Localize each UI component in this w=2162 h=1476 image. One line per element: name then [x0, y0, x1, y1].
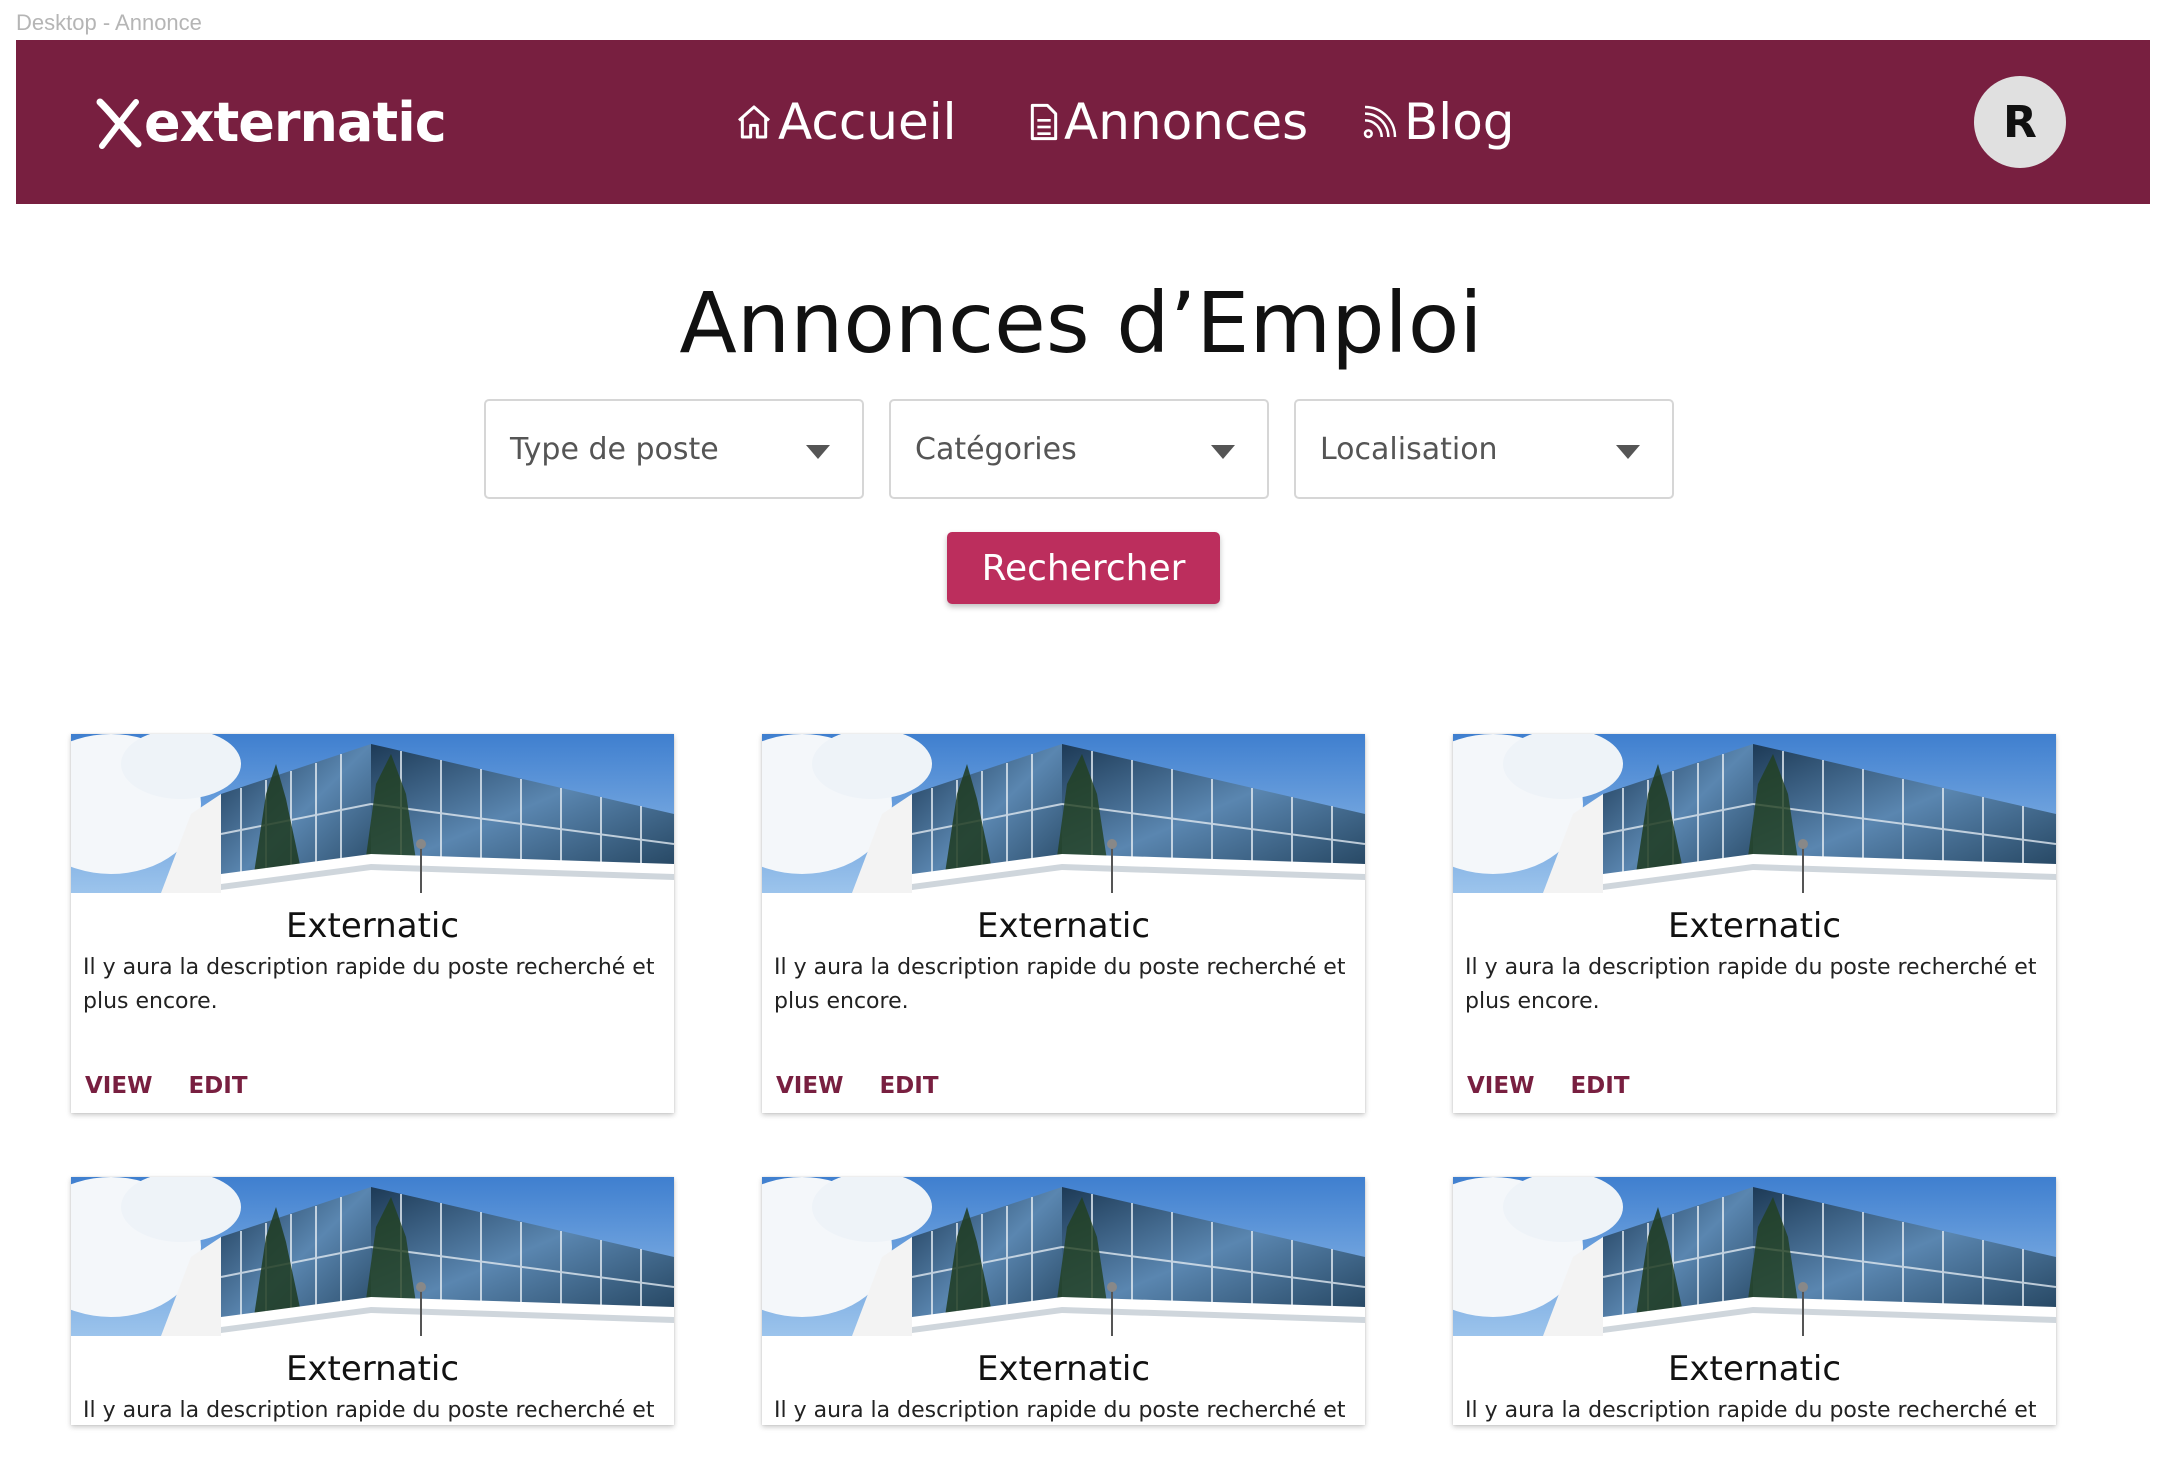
- view-button[interactable]: VIEW: [85, 1073, 152, 1099]
- card-description: Il y aura la description rapide du poste…: [774, 1398, 1346, 1423]
- dropdown-arrow-icon: [1616, 445, 1640, 459]
- card-description: Il y aura la description rapide du poste…: [774, 955, 1346, 1014]
- office-building-image: [71, 1177, 674, 1336]
- document-icon: [1030, 103, 1058, 141]
- office-building-image: [71, 734, 674, 893]
- card-actions: VIEW EDIT: [776, 1073, 975, 1099]
- nav-annonces-label: Annonces: [1064, 93, 1309, 151]
- top-navbar: externatic Accueil Annonces Blog R: [16, 40, 2150, 204]
- page-title: Annonces d’Emploi: [679, 274, 1483, 372]
- view-button[interactable]: VIEW: [776, 1073, 843, 1099]
- card-title: Externatic: [1667, 1349, 1842, 1389]
- nav-blog[interactable]: Blog: [1360, 82, 1515, 162]
- job-card: Externatic Il y aura la description rapi…: [1453, 1177, 2056, 1425]
- card-description: Il y aura la description rapide du poste…: [83, 1398, 655, 1423]
- edit-button[interactable]: EDIT: [879, 1073, 938, 1099]
- logo[interactable]: externatic: [96, 82, 447, 162]
- localisation-placeholder: Localisation: [1320, 431, 1498, 467]
- type-de-poste-select[interactable]: Type de poste: [484, 399, 864, 499]
- card-actions: VIEW EDIT: [85, 1073, 284, 1099]
- edit-button[interactable]: EDIT: [1570, 1073, 1629, 1099]
- job-card: Externatic Il y aura la description rapi…: [1453, 734, 2056, 1113]
- rechercher-button[interactable]: Rechercher: [947, 532, 1220, 604]
- user-avatar[interactable]: R: [1974, 76, 2066, 168]
- nav-annonces[interactable]: Annonces: [1028, 82, 1308, 162]
- job-card: Externatic Il y aura la description rapi…: [762, 1177, 1365, 1425]
- card-description: Il y aura la description rapide du poste…: [1465, 955, 2037, 1014]
- categories-select[interactable]: Catégories: [889, 399, 1269, 499]
- rss-icon: [1363, 105, 1397, 139]
- card-title: Externatic: [285, 1349, 460, 1389]
- job-card: Externatic Il y aura la description rapi…: [762, 734, 1365, 1113]
- frame-label: Desktop - Annonce: [16, 10, 202, 35]
- card-title: Externatic: [976, 906, 1151, 946]
- card-actions: VIEW EDIT: [1467, 1073, 1666, 1099]
- nav-accueil[interactable]: Accueil: [734, 82, 957, 162]
- edit-button[interactable]: EDIT: [188, 1073, 247, 1099]
- office-building-image: [1453, 734, 2056, 893]
- office-building-image: [762, 734, 1365, 893]
- categories-placeholder: Catégories: [915, 431, 1077, 467]
- localisation-select[interactable]: Localisation: [1294, 399, 1674, 499]
- card-title: Externatic: [1667, 906, 1842, 946]
- nav-accueil-label: Accueil: [778, 93, 957, 151]
- view-button[interactable]: VIEW: [1467, 1073, 1534, 1099]
- card-description: Il y aura la description rapide du poste…: [1465, 1398, 2037, 1423]
- home-icon: [738, 105, 770, 139]
- card-description: Il y aura la description rapide du poste…: [83, 955, 655, 1014]
- office-building-image: [762, 1177, 1365, 1336]
- job-card: Externatic Il y aura la description rapi…: [71, 1177, 674, 1425]
- type-de-poste-placeholder: Type de poste: [510, 431, 719, 467]
- job-card: Externatic Il y aura la description rapi…: [71, 734, 674, 1113]
- logo-text: externatic: [144, 90, 447, 154]
- nav-blog-label: Blog: [1404, 93, 1515, 151]
- card-title: Externatic: [285, 906, 460, 946]
- dropdown-arrow-icon: [1211, 445, 1235, 459]
- card-title: Externatic: [976, 1349, 1151, 1389]
- office-building-image: [1453, 1177, 2056, 1336]
- dropdown-arrow-icon: [806, 445, 830, 459]
- logo-x-icon: [96, 98, 142, 149]
